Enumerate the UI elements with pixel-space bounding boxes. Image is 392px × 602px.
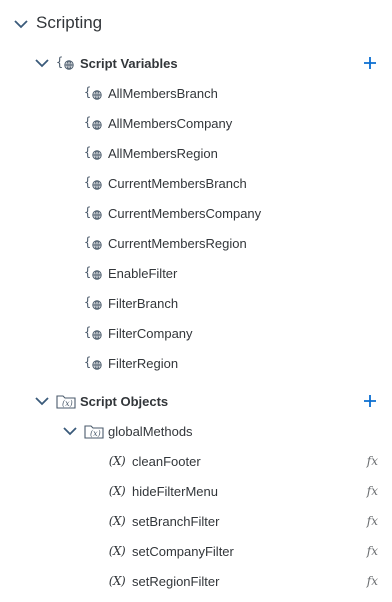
svg-text:(x): (x): [90, 429, 101, 438]
function-label: hideFilterMenu: [132, 484, 218, 499]
script-variable-label: FilterRegion: [108, 356, 179, 371]
svg-text:(x): (x): [62, 399, 73, 408]
chevron-down-icon[interactable]: [34, 393, 50, 409]
svg-text:{: {: [84, 295, 91, 309]
function-icon: (X): [108, 454, 126, 468]
script-variable-item[interactable]: { CurrentMembersCompany: [0, 200, 392, 226]
script-variable-label: EnableFilter: [108, 266, 178, 281]
script-variable-item[interactable]: { FilterCompany: [0, 320, 392, 346]
svg-text:{: {: [84, 355, 91, 369]
script-variable-icon: {: [84, 204, 104, 222]
script-variable-item[interactable]: { AllMembersRegion: [0, 140, 392, 166]
script-variable-icon: {: [84, 174, 104, 192]
svg-text:{: {: [84, 145, 91, 159]
fx-icon[interactable]: fx: [367, 454, 378, 468]
script-variable-icon: {: [84, 354, 104, 372]
script-variable-item[interactable]: { EnableFilter: [0, 260, 392, 286]
chevron-down-icon[interactable]: [13, 16, 29, 32]
tree-node-script-objects[interactable]: (x) Script Objects: [0, 388, 392, 414]
script-variable-item[interactable]: { CurrentMembersRegion: [0, 230, 392, 256]
script-variables-label: Script Variables: [80, 56, 178, 71]
script-variable-icon: {: [56, 54, 76, 72]
script-function-item[interactable]: (X) cleanFooter fx: [0, 448, 392, 474]
function-icon: (X): [108, 484, 126, 498]
function-label: setRegionFilter: [132, 574, 220, 589]
script-objects-label: Script Objects: [80, 394, 169, 409]
script-variable-item[interactable]: { FilterBranch: [0, 290, 392, 316]
script-variable-item[interactable]: { FilterRegion: [0, 350, 392, 376]
global-methods-label: globalMethods: [108, 424, 193, 439]
function-label: setCompanyFilter: [132, 544, 234, 559]
script-variable-label: FilterBranch: [108, 296, 179, 311]
svg-text:{: {: [56, 55, 63, 69]
script-variable-item[interactable]: { AllMembersCompany: [0, 110, 392, 136]
add-script-object-button[interactable]: [362, 393, 378, 409]
script-variable-icon: {: [84, 324, 104, 342]
chevron-down-icon[interactable]: [62, 423, 78, 439]
fx-icon[interactable]: fx: [367, 544, 378, 558]
script-variable-icon: {: [84, 144, 104, 162]
function-icon: (X): [108, 544, 126, 558]
script-function-item[interactable]: (X) hideFilterMenu fx: [0, 478, 392, 504]
script-variable-label: FilterCompany: [108, 326, 193, 341]
script-variable-icon: {: [84, 114, 104, 132]
tree-root-scripting[interactable]: Scripting: [0, 11, 392, 37]
function-icon: (X): [108, 514, 126, 528]
fx-icon[interactable]: fx: [367, 514, 378, 528]
svg-text:{: {: [84, 325, 91, 339]
function-icon: (X): [108, 574, 126, 588]
script-object-folder-icon: (x): [84, 422, 104, 440]
script-variable-label: CurrentMembersRegion: [108, 236, 247, 251]
script-variable-icon: {: [84, 294, 104, 312]
function-label: setBranchFilter: [132, 514, 220, 529]
script-variable-label: AllMembersBranch: [108, 86, 218, 101]
svg-text:{: {: [84, 175, 91, 189]
svg-text:{: {: [84, 265, 91, 279]
script-variable-label: CurrentMembersBranch: [108, 176, 247, 191]
svg-text:{: {: [84, 205, 91, 219]
tree-node-script-variables[interactable]: { Script Variables: [0, 50, 392, 76]
script-variable-label: CurrentMembersCompany: [108, 206, 262, 221]
script-variable-icon: {: [84, 264, 104, 282]
fx-icon[interactable]: fx: [367, 484, 378, 498]
script-variable-icon: {: [84, 234, 104, 252]
script-variable-label: AllMembersRegion: [108, 146, 218, 161]
chevron-down-icon[interactable]: [34, 55, 50, 71]
script-object-folder-icon: (x): [56, 392, 76, 410]
svg-text:{: {: [84, 235, 91, 249]
script-variable-item[interactable]: { CurrentMembersBranch: [0, 170, 392, 196]
script-variable-item[interactable]: { AllMembersBranch: [0, 80, 392, 106]
fx-icon[interactable]: fx: [367, 574, 378, 588]
scripting-label: Scripting: [36, 13, 103, 32]
function-label: cleanFooter: [132, 454, 201, 469]
script-variable-icon: {: [84, 84, 104, 102]
script-function-item[interactable]: (X) setRegionFilter fx: [0, 568, 392, 594]
tree-node-global-methods[interactable]: (x) globalMethods: [0, 418, 392, 444]
svg-text:{: {: [84, 85, 91, 99]
script-function-item[interactable]: (X) setCompanyFilter fx: [0, 538, 392, 564]
script-function-item[interactable]: (X) setBranchFilter fx: [0, 508, 392, 534]
script-variable-label: AllMembersCompany: [108, 116, 233, 131]
add-script-variable-button[interactable]: [362, 55, 378, 71]
svg-text:{: {: [84, 115, 91, 129]
